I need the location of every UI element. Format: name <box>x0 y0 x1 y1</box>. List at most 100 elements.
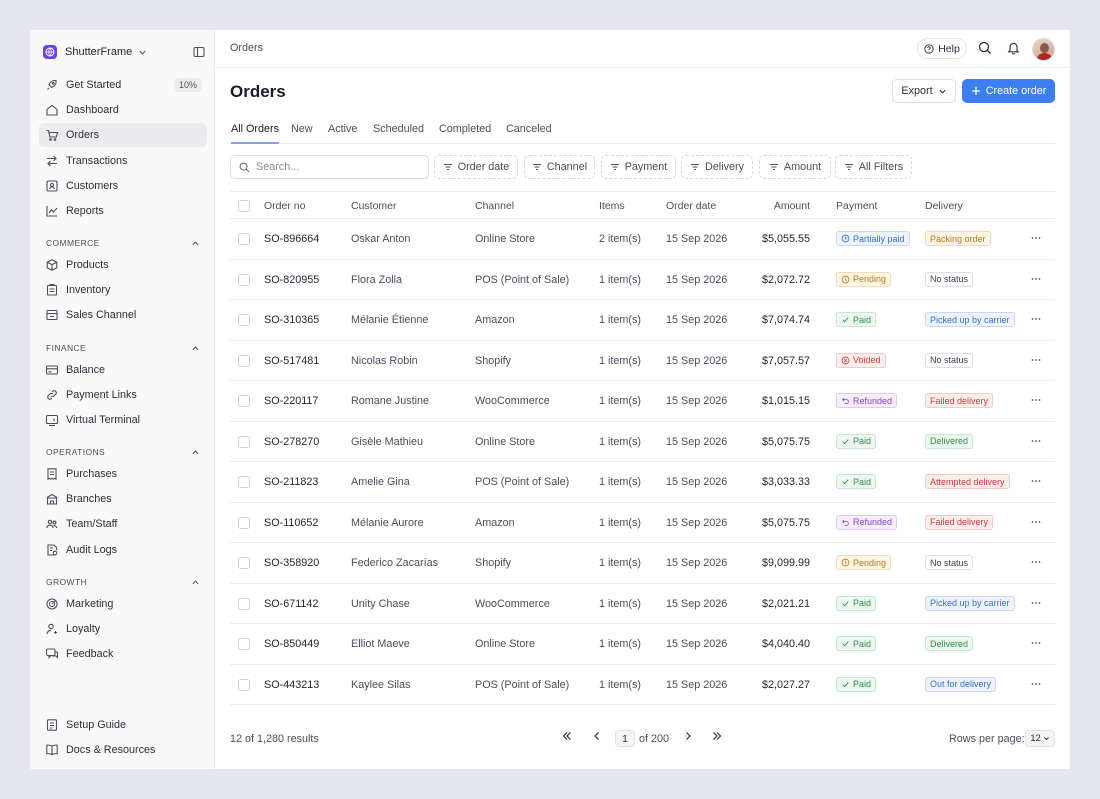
sidebar-item-payment-links[interactable]: Payment Links <box>39 383 207 407</box>
order-number[interactable]: SO-110652 <box>264 517 318 529</box>
row-checkbox[interactable] <box>238 516 250 529</box>
order-number[interactable]: SO-211823 <box>264 476 318 488</box>
row-checkbox[interactable] <box>238 678 250 691</box>
order-number[interactable]: SO-671142 <box>264 598 318 610</box>
sidebar-item-purchases[interactable]: Purchases <box>39 462 207 486</box>
sidebar-item-products[interactable]: Products <box>39 253 207 277</box>
order-number[interactable]: SO-310365 <box>264 314 319 326</box>
sidebar-item-team-staff[interactable]: Team/Staff <box>39 512 207 536</box>
sidebar-item-audit-logs[interactable]: Audit Logs <box>39 538 207 562</box>
search-icon[interactable] <box>978 41 992 55</box>
sidebar-item-sales-channel[interactable]: Sales Channel <box>39 303 207 327</box>
column-header-order-date[interactable]: Order date <box>666 200 716 212</box>
tab-all-orders[interactable]: All Orders <box>231 120 279 144</box>
current-page-input[interactable]: 1 <box>615 730 635 747</box>
table-row[interactable]: SO-443213 Kaylee Silas POS (Point of Sale)… <box>230 665 1055 705</box>
more-options-icon[interactable] <box>1030 516 1042 528</box>
last-page-icon[interactable] <box>711 730 723 742</box>
order-number[interactable]: SO-278270 <box>264 436 319 448</box>
order-number[interactable]: SO-220117 <box>264 395 318 407</box>
row-checkbox[interactable] <box>238 273 250 286</box>
section-operations[interactable]: OPERATIONS <box>46 445 200 459</box>
more-options-icon[interactable] <box>1030 597 1042 609</box>
workspace-switcher[interactable]: ShutterFrame <box>43 41 205 63</box>
order-number[interactable]: SO-517481 <box>264 355 319 367</box>
table-row[interactable]: SO-896664 Oskar Anton Online Store 2 item(s… <box>230 219 1055 260</box>
filter-channel-button[interactable]: Channel <box>524 155 595 179</box>
table-row[interactable]: SO-110652 Mélanie Aurore Amazon 1 item(s) 15… <box>230 503 1055 543</box>
sidebar-item-marketing[interactable]: Marketing <box>39 592 207 616</box>
more-options-icon[interactable] <box>1030 435 1042 447</box>
order-number[interactable]: SO-443213 <box>264 679 319 691</box>
more-options-icon[interactable] <box>1030 637 1042 649</box>
filter-order-date-button[interactable]: Order date <box>434 155 518 179</box>
filter-amount-button[interactable]: Amount <box>759 155 831 179</box>
next-page-icon[interactable] <box>682 730 694 742</box>
more-options-icon[interactable] <box>1030 556 1042 568</box>
more-options-icon[interactable] <box>1030 678 1042 690</box>
sidebar-item-orders[interactable]: Orders <box>39 123 207 148</box>
tab-canceled[interactable]: Canceled <box>506 120 552 144</box>
row-checkbox[interactable] <box>238 638 250 650</box>
column-header-amount[interactable]: Amount <box>774 200 810 212</box>
more-options-icon[interactable] <box>1030 273 1042 285</box>
filter-all-filters-button[interactable]: All Filters <box>835 155 912 179</box>
filter-payment-button[interactable]: Payment <box>601 155 676 179</box>
sidebar-item-virtual-terminal[interactable]: Virtual Terminal <box>39 408 207 432</box>
table-row[interactable]: SO-278270 Gisèle Mathieu Online Store 1 ite… <box>230 422 1055 462</box>
column-header-items[interactable]: Items <box>599 200 625 212</box>
sidebar-toggle-icon[interactable] <box>193 46 205 58</box>
column-header-payment[interactable]: Payment <box>836 200 877 212</box>
sidebar-item-inventory[interactable]: Inventory <box>39 278 207 302</box>
row-checkbox[interactable] <box>238 435 250 448</box>
sidebar-item-docs-resources[interactable]: Docs & Resources <box>39 738 207 762</box>
more-options-icon[interactable] <box>1030 354 1042 366</box>
sidebar-item-transactions[interactable]: Transactions <box>39 149 207 173</box>
search-box[interactable] <box>230 155 429 179</box>
sidebar-item-feedback[interactable]: Feedback <box>39 642 207 666</box>
tab-completed[interactable]: Completed <box>439 120 491 144</box>
row-checkbox[interactable] <box>238 557 250 569</box>
sidebar-item-branches[interactable]: Branches <box>39 487 207 511</box>
table-row[interactable]: SO-310365 Mélanie Étienne Amazon 1 item(s) 1… <box>230 300 1055 341</box>
sidebar-item-loyalty[interactable]: Loyalty <box>39 617 207 641</box>
row-checkbox[interactable] <box>238 354 250 367</box>
sidebar-item-balance[interactable]: Balance <box>39 358 207 382</box>
table-row[interactable]: SO-358920 Federico Zacarías Shopify 1 item(… <box>230 543 1055 584</box>
column-header-channel[interactable]: Channel <box>475 200 514 212</box>
table-row[interactable]: SO-850449 Elliot Maeve Online Store 1 item(… <box>230 624 1055 665</box>
avatar[interactable] <box>1032 38 1055 61</box>
order-number[interactable]: SO-820955 <box>264 274 319 286</box>
column-header-customer[interactable]: Customer <box>351 200 397 212</box>
sidebar-item-setup-guide[interactable]: Setup Guide <box>39 713 207 737</box>
row-checkbox[interactable] <box>238 476 250 488</box>
more-options-icon[interactable] <box>1030 232 1042 244</box>
tab-active[interactable]: Active <box>328 120 357 144</box>
order-number[interactable]: SO-358920 <box>264 557 319 569</box>
row-checkbox[interactable] <box>238 233 250 245</box>
section-finance[interactable]: FINANCE <box>46 341 200 355</box>
column-header-order-no[interactable]: Order no <box>264 200 305 212</box>
table-row[interactable]: SO-517481 Nicolas Robin Shopify 1 item(s) 15… <box>230 341 1055 381</box>
sidebar-item-get-started[interactable]: Get Started 10% <box>39 73 207 97</box>
breadcrumb[interactable]: Orders <box>230 42 263 54</box>
export-button[interactable]: Export <box>892 79 956 103</box>
more-options-icon[interactable] <box>1030 313 1042 325</box>
more-options-icon[interactable] <box>1030 475 1042 487</box>
column-header-delivery[interactable]: Delivery <box>925 200 963 212</box>
tab-scheduled[interactable]: Scheduled <box>373 120 424 144</box>
row-checkbox[interactable] <box>238 314 250 326</box>
section-commerce[interactable]: COMMERCE <box>46 236 200 250</box>
sidebar-item-customers[interactable]: Customers <box>39 174 207 198</box>
order-number[interactable]: SO-896664 <box>264 233 319 245</box>
rows-per-page-select[interactable]: 12 <box>1025 730 1055 747</box>
select-all-checkbox[interactable] <box>238 200 250 212</box>
table-row[interactable]: SO-211823 Amelie Gina POS (Point of Sale) 1… <box>230 462 1055 503</box>
row-checkbox[interactable] <box>238 597 250 610</box>
sidebar-item-dashboard[interactable]: Dashboard <box>39 98 207 122</box>
help-button[interactable]: Help <box>917 38 967 59</box>
first-page-icon[interactable] <box>561 730 573 742</box>
table-row[interactable]: SO-820955 Flora Zolla POS (Point of Sale) 1… <box>230 260 1055 300</box>
filter-delivery-button[interactable]: Delivery <box>681 155 753 179</box>
tab-new[interactable]: New <box>291 120 313 144</box>
